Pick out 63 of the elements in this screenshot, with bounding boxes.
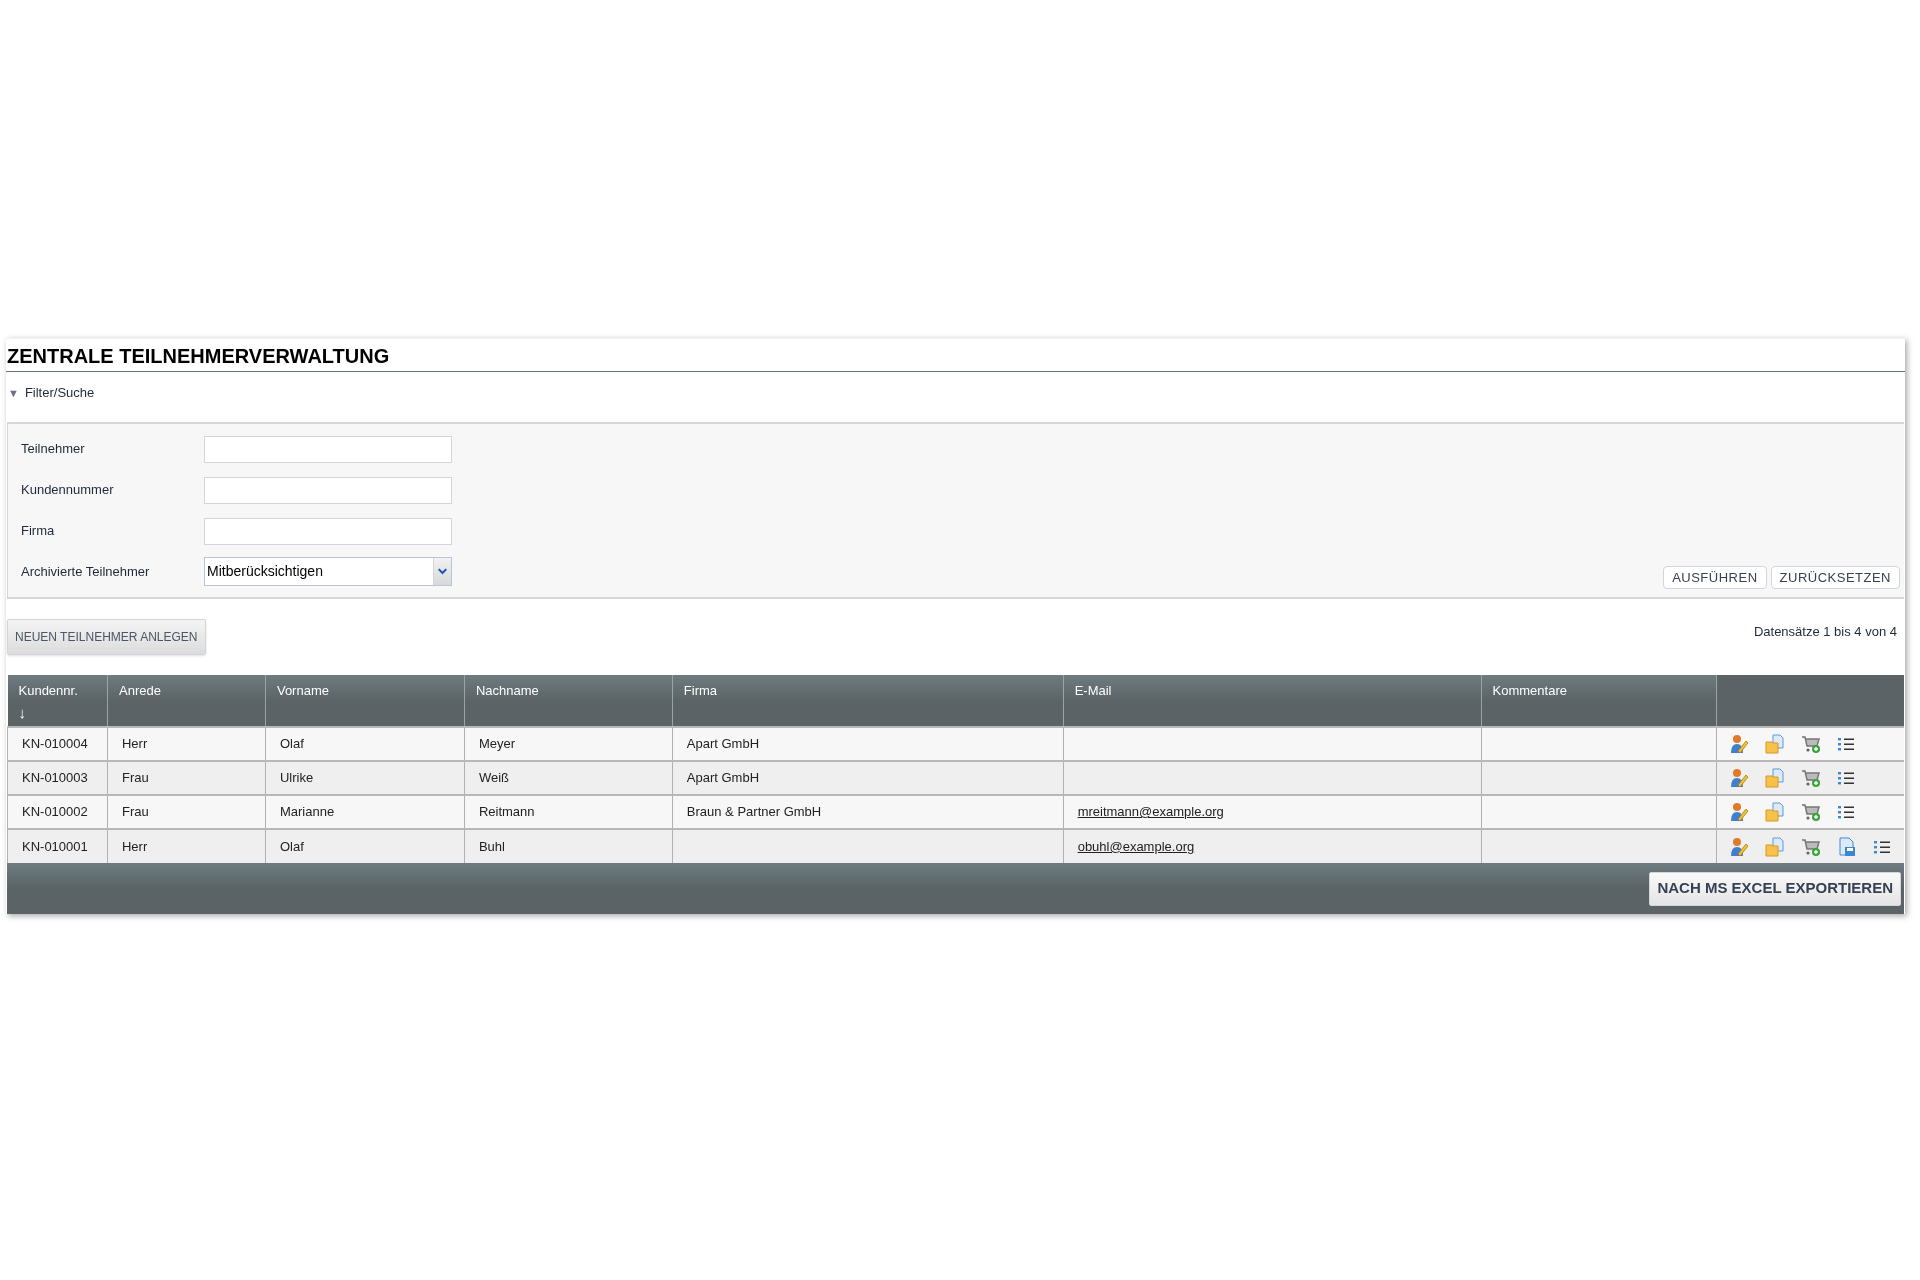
person-edit-icon[interactable] <box>1729 734 1750 754</box>
export-excel-button[interactable]: NACH MS EXCEL EXPORTIEREN <box>1649 871 1901 906</box>
field-label: Archivierte Teilnehmer <box>21 563 151 581</box>
input-field[interactable] <box>204 436 452 463</box>
field-label: Kundennummer <box>21 481 115 499</box>
table-cell: Meyer <box>478 736 515 752</box>
folder-document-icon[interactable] <box>1765 768 1786 788</box>
table-cell: Apart GmbH <box>686 736 760 752</box>
cart-add-icon[interactable] <box>1801 768 1822 788</box>
table-cell: KN-010004 <box>22 736 88 752</box>
folder-document-icon[interactable] <box>1765 734 1786 754</box>
table-cell: KN-010003 <box>22 770 88 786</box>
email-link[interactable]: obuhl@example.org <box>1077 838 1195 854</box>
column-header[interactable]: Firma <box>683 681 1063 701</box>
person-edit-icon[interactable] <box>1729 768 1750 788</box>
list-icon[interactable] <box>1837 770 1856 786</box>
table-cell: Buhl <box>478 838 505 854</box>
sort-indicator[interactable]: ↓ <box>18 700 107 723</box>
cart-add-icon[interactable] <box>1801 734 1822 754</box>
document-save-icon[interactable] <box>1837 836 1858 857</box>
list-icon[interactable] <box>1873 838 1892 855</box>
field-label: Teilnehmer <box>21 440 86 458</box>
table-cell: Olaf <box>279 736 304 752</box>
new-participant-button[interactable]: NEUEN TEILNEHMER ANLEGEN <box>7 619 206 655</box>
cart-add-icon[interactable] <box>1801 836 1822 857</box>
table-cell: Apart GmbH <box>686 770 760 786</box>
input-field[interactable] <box>204 477 452 504</box>
person-edit-icon[interactable] <box>1729 836 1750 857</box>
column-header[interactable]: Vorname <box>276 681 464 701</box>
table-cell: Weiß <box>478 770 509 786</box>
filter-section-label[interactable]: Filter/Suche <box>24 383 95 403</box>
column-header[interactable]: Nachname <box>475 681 672 701</box>
person-edit-icon[interactable] <box>1729 802 1750 822</box>
filter-action-button[interactable]: ZURÜCKSETZEN <box>1770 566 1900 589</box>
table-cell: KN-010002 <box>22 804 88 820</box>
page-title: ZENTRALE TEILNEHMERVERWALTUNG <box>7 344 391 369</box>
chevron-down-icon <box>433 558 451 585</box>
email-link[interactable]: mreitmann@example.org <box>1077 804 1224 820</box>
folder-document-icon[interactable] <box>1765 836 1786 857</box>
table-cell: Marianne <box>279 804 335 820</box>
archived-dropdown[interactable]: Mitberücksichtigen <box>204 557 452 586</box>
table-cell: Frau <box>122 770 149 786</box>
table-cell: Olaf <box>279 838 304 854</box>
table-cell: Herr <box>122 838 148 854</box>
table-cell: KN-010001 <box>22 838 88 854</box>
column-header[interactable]: E-Mail <box>1074 681 1481 701</box>
list-icon[interactable] <box>1837 736 1856 752</box>
cart-add-icon[interactable] <box>1801 802 1822 822</box>
input-field[interactable] <box>204 518 452 545</box>
column-header[interactable]: Kundennr. <box>18 681 107 701</box>
collapse-toggle[interactable]: ▼ <box>8 387 19 399</box>
table-cell: Braun & Partner GmbH <box>686 804 822 820</box>
table-cell: Ulrike <box>279 770 314 786</box>
filter-action-button[interactable]: AUSFÜHREN <box>1663 566 1767 589</box>
field-label: Firma <box>21 522 56 540</box>
column-header[interactable]: Anrede <box>119 681 265 701</box>
table-cell: Reitmann <box>478 804 535 820</box>
list-icon[interactable] <box>1837 804 1856 820</box>
table-cell: Herr <box>122 736 148 752</box>
column-header[interactable]: Kommentare <box>1492 681 1717 701</box>
record-count: Datensätze 1 bis 4 von 4 <box>1753 623 1897 642</box>
table-cell: Frau <box>122 804 149 820</box>
folder-document-icon[interactable] <box>1765 802 1786 822</box>
